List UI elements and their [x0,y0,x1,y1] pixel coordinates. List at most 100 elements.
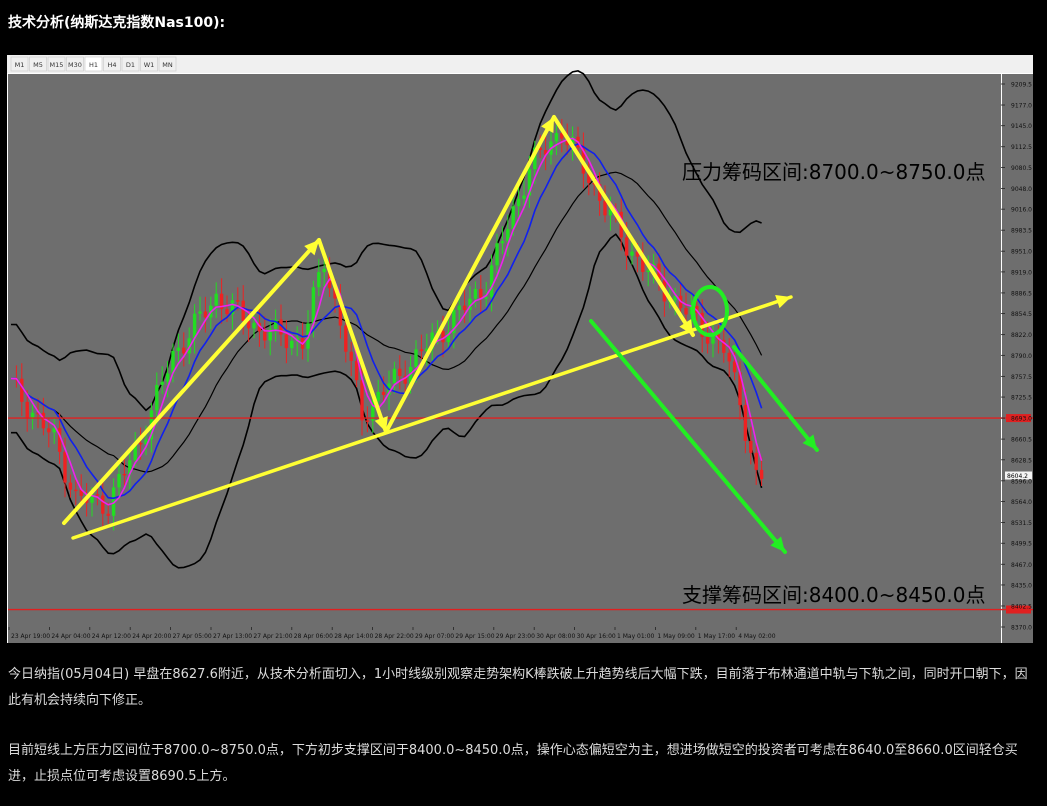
candle-body [349,351,353,361]
x-tick-label: 28 Apr 22:00 [375,633,414,640]
candle-body [322,268,326,273]
candle-body [95,494,100,496]
candle-body [182,347,186,354]
candle-body [198,311,202,314]
x-tick-label: 29 Apr 15:00 [455,633,494,640]
y-tick-label: 9080.5 [1011,165,1032,172]
candle-body [20,378,24,402]
timeframe-tab-label: D1 [126,61,135,69]
x-tick-label: 24 Apr 12:00 [92,633,131,640]
candle-body [727,352,731,362]
y-tick-label: 8531.5 [1011,520,1032,527]
x-tick-label: 24 Apr 04:00 [51,633,90,640]
x-tick-label: 30 Apr 16:00 [577,633,616,640]
y-tick-label: 8854.5 [1011,311,1032,318]
x-tick-label: 27 Apr 13:00 [213,633,252,640]
y-tick-label: 8564.0 [1011,499,1032,506]
x-tick-label: 1 May 17:00 [698,633,736,640]
y-tick-label: 9112.5 [1011,144,1032,151]
candle-body [138,442,143,445]
timeframe-tabs[interactable]: M1 M5 M15 M30 H1 H4 D1 W1 MN [10,56,177,72]
x-tick-label: 28 Apr 14:00 [334,633,373,640]
candle-body [252,322,256,329]
candle-body [165,373,170,382]
candle-body [354,360,359,381]
x-tick-label: 27 Apr 05:00 [173,633,212,640]
candle-body [754,452,758,470]
candle-body [479,288,483,298]
candle-body [106,513,110,516]
y-tick-label: 8660.5 [1011,437,1032,444]
candle-body [160,381,164,385]
x-tick-label: 29 Apr 23:00 [496,633,535,640]
candle-body [522,195,526,199]
candle-body [344,325,348,352]
candle-body [74,489,78,492]
candle-body [495,243,499,266]
y-tick-label: 8919.0 [1011,269,1032,276]
candle-body [554,133,559,142]
candle-body [457,305,461,310]
candle-body [236,300,240,302]
timeframe-tab-label: M30 [68,61,82,69]
price-chart: M1 M5 M15 M30 H1 H4 D1 W1 MN 8604.2 9209.59177.0… [7,55,1033,643]
x-tick-label: 28 Apr 06:00 [294,633,333,640]
analysis-paragraph-1: 今日纳指(05月04日) 早盘在8627.6附近，从技术分析面切入，1小时线级别… [8,667,1028,708]
candle-body [214,293,218,306]
candle-body [516,198,521,207]
resistance-label: 压力筹码区间:8700.0~8750.0点 [682,160,985,184]
y-tick-label: 8693.0 [1011,416,1032,423]
candle-body [743,405,748,441]
candle-body [376,391,380,401]
y-tick-label: 9016.0 [1011,207,1032,214]
candle-body [122,473,127,476]
candle-body [47,428,51,433]
candle-body [398,368,402,376]
candle-body [381,391,386,395]
candle-body [365,420,370,422]
x-tick-label: 30 Apr 08:00 [536,633,575,640]
candle-body [225,309,229,315]
candle-body [489,265,494,298]
candle-body [646,270,650,273]
candle-body [25,401,29,419]
candle-body [419,349,424,352]
candle-body [68,482,73,490]
y-tick-label: 8628.5 [1011,457,1032,464]
y-tick-label: 8951.0 [1011,249,1032,256]
candle-body [624,237,629,256]
y-tick-label: 9209.5 [1011,82,1032,89]
candle-body [749,440,753,453]
timeframe-tab-label: M15 [50,61,64,69]
candle-body [414,349,418,367]
x-tick-label: 29 Apr 07:00 [415,633,454,640]
timeframe-tab-label: H1 [89,61,98,69]
page-heading: 技术分析(纳斯达克指数Nas100): [8,15,226,31]
candle-body [241,300,245,321]
candle-body [317,272,321,288]
y-tick-label: 8370.0 [1011,625,1032,632]
y-tick-label: 8402.5 [1011,603,1032,610]
candle-body [290,340,294,349]
y-tick-label: 8886.5 [1011,290,1032,297]
support-label: 支撑筹码区间:8400.0~8450.0点 [682,583,985,607]
candle-body [462,305,467,311]
candle-body [500,241,505,244]
candle-body [759,469,764,480]
y-tick-label: 8790.0 [1011,353,1032,360]
candle-body [603,200,607,216]
y-tick-label: 8435.0 [1011,582,1032,589]
candle-body [263,331,267,341]
x-tick-label: 24 Apr 20:00 [132,633,171,640]
candle-body [101,495,105,514]
candle-body [192,313,197,339]
candle-body [203,311,208,318]
timeframe-tab-label: H4 [107,61,116,69]
y-tick-label: 8983.5 [1011,228,1032,235]
candle-body [63,451,67,483]
x-tick-label: 4 May 02:00 [738,633,776,640]
y-tick-label: 8467.0 [1011,562,1032,569]
y-tick-label: 9145.0 [1011,123,1032,130]
candle-body [360,380,364,421]
candle-body [441,331,445,343]
